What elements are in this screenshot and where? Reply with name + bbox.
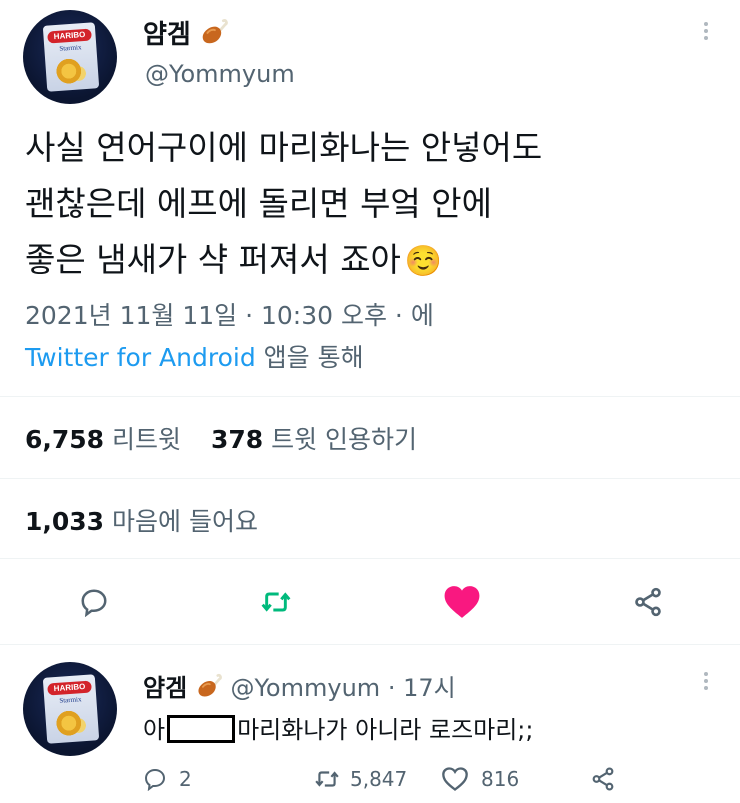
avatar-image: HARIBO Starmix [42, 22, 100, 92]
redaction-box [167, 715, 236, 743]
tweet-timestamp[interactable]: 2021년 11월 11일 · 10:30 오후 · 에 [25, 296, 434, 332]
quotes-stat[interactable]: 378 트윗 인용하기 [211, 425, 417, 454]
share-button[interactable] [628, 582, 668, 622]
reply-text-prefix: 아 [143, 716, 166, 744]
tweet-source: Twitter for Android 앱을 통해 [25, 338, 364, 374]
reply-button[interactable] [74, 582, 114, 622]
avatar-bears [54, 54, 89, 88]
drumstick-emoji-icon [195, 672, 223, 700]
reply-icon [144, 768, 166, 791]
tweet-text-line-1: 사실 연어구이에 마리화나는 안넣어도 [25, 128, 543, 167]
reply-handle[interactable]: @Yommyum [230, 674, 380, 702]
likes-count: 1,033 [25, 507, 105, 536]
more-icon[interactable] [703, 670, 709, 692]
like-button[interactable] [440, 580, 484, 624]
retweets-label: 리트윗 [112, 425, 182, 454]
reply-text-suffix: 마리화나가 아니라 로즈마리;; [237, 716, 534, 744]
divider [0, 478, 740, 479]
retweet-icon [261, 592, 291, 612]
retweet-button[interactable] [256, 582, 296, 622]
heart-icon [442, 767, 468, 791]
reply-icon [81, 589, 107, 617]
avatar-pack-sub: Starmix [59, 43, 82, 53]
share-icon [635, 587, 661, 617]
retweets-stat[interactable]: 6,758 리트윗 [25, 425, 189, 454]
reply-header: 얌겜 @Yommyum · 17시 [143, 668, 456, 703]
avatar-bears [54, 706, 89, 740]
avatar-pack-logo: HARIBO [47, 680, 92, 696]
retweets-count: 6,758 [25, 425, 105, 454]
retweet-icon [315, 771, 339, 787]
divider [0, 396, 740, 397]
reply-action-share[interactable] [590, 763, 616, 795]
reply-action-like[interactable]: 816 [441, 763, 519, 795]
display-name: 얌겜 [143, 20, 191, 50]
reply-action-reply[interactable]: 2 [143, 763, 192, 795]
source-suffix: 앱을 통해 [263, 343, 364, 372]
avatar-pack-sub: Starmix [59, 695, 82, 705]
more-icon[interactable] [703, 20, 709, 42]
divider [0, 644, 740, 645]
reply-like-count: 816 [481, 767, 520, 791]
main-avatar[interactable]: HARIBO Starmix [23, 10, 117, 104]
reply-avatar[interactable]: HARIBO Starmix [23, 662, 117, 756]
main-handle[interactable]: @Yommyum [145, 60, 295, 88]
reply-action-retweet[interactable]: 5,847 [314, 763, 407, 795]
likes-label: 마음에 들어요 [112, 507, 258, 536]
quotes-count: 378 [210, 425, 264, 454]
avatar-image: HARIBO Starmix [42, 674, 100, 744]
divider [0, 558, 740, 559]
share-icon [592, 767, 614, 791]
reply-count: 2 [179, 767, 192, 791]
reply-time[interactable]: · 17시 [388, 674, 456, 702]
reply-retweet-count: 5,847 [350, 767, 408, 791]
reply-display-name[interactable]: 얌겜 [143, 674, 187, 702]
smiling-face-emoji: ☺️ [404, 244, 443, 279]
tweet-text: 사실 연어구이에 마리화나는 안넣어도 괜찮은데 에프에 돌리면 부엌 안에 좋… [25, 120, 725, 290]
engagement-stats: 6,758 리트윗 378 트윗 인용하기 [25, 420, 417, 456]
avatar-pack-logo: HARIBO [47, 28, 92, 44]
main-author-name[interactable]: 얌겜 [143, 14, 229, 51]
tweet-text-line-3-text: 좋은 냄새가 샥 퍼져서 죠아 [25, 240, 401, 279]
quotes-label: 트윗 인용하기 [271, 425, 418, 454]
reply-text: 아 마리화나가 아니라 로즈마리;; [143, 710, 533, 745]
drumstick-emoji-icon [199, 17, 229, 47]
tweet-text-line-2: 괜찮은데 에프에 돌리면 부엌 안에 [25, 184, 492, 223]
heart-icon [444, 586, 480, 618]
likes-stat[interactable]: 1,033 마음에 들어요 [25, 502, 258, 538]
tweet-text-line-3: 좋은 냄새가 샥 퍼져서 죠아 ☺️ [25, 232, 725, 290]
source-app-link[interactable]: Twitter for Android [25, 343, 256, 372]
